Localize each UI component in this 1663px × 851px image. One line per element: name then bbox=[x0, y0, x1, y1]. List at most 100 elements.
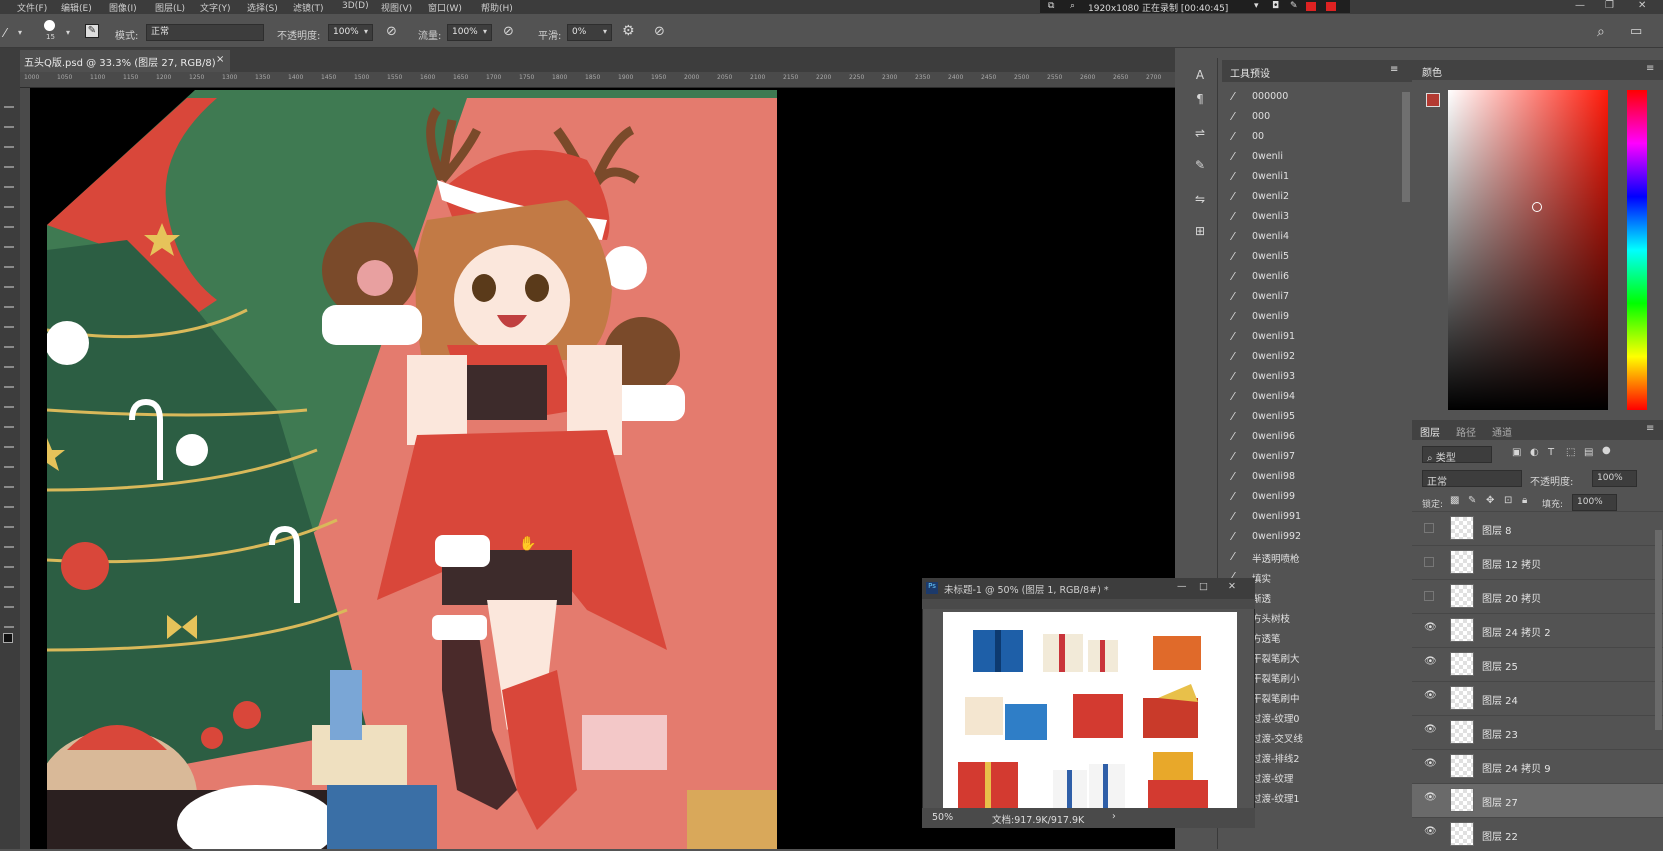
layer-row[interactable]: 👁︎ 图层 24 bbox=[1412, 681, 1663, 715]
canvas-artwork[interactable]: ✋ bbox=[47, 90, 777, 849]
color-panel-menu-icon[interactable]: ≡ bbox=[1646, 63, 1654, 74]
brush-panel-icon[interactable]: ✎ bbox=[85, 24, 99, 38]
menu-type[interactable]: 文字(Y) bbox=[200, 1, 231, 14]
pressure-opacity-icon[interactable]: ⊘ bbox=[386, 24, 397, 39]
lock-transparent-icon[interactable]: ▩ bbox=[1450, 495, 1459, 506]
layer-name[interactable]: 图层 24 拷贝 2 bbox=[1482, 624, 1551, 639]
layer-row[interactable]: 图层 12 拷贝 bbox=[1412, 545, 1663, 579]
menu-help[interactable]: 帮助(H) bbox=[481, 1, 513, 14]
layer-row[interactable]: 👁︎ 图层 22 bbox=[1412, 817, 1663, 851]
filter-toggle-icon[interactable]: ● bbox=[1602, 445, 1611, 456]
eye-icon[interactable]: 👁︎ bbox=[1424, 622, 1437, 633]
filter-pixel-icon[interactable]: ▣ bbox=[1512, 447, 1521, 458]
fill-input[interactable]: 100% bbox=[1572, 494, 1617, 511]
layer-name[interactable]: 图层 27 bbox=[1482, 794, 1518, 809]
preset-item[interactable]: ⁄ 0wenli97 bbox=[1222, 447, 1402, 467]
dropdown-icon[interactable]: ▾ bbox=[1254, 1, 1259, 11]
tab-layers[interactable]: 图层 bbox=[1420, 424, 1440, 439]
lock-all-icon[interactable]: 🔒︎ bbox=[1522, 495, 1527, 506]
eye-icon[interactable]: 👁︎ bbox=[1424, 792, 1437, 803]
preset-item[interactable]: ⁄ 0wenli95 bbox=[1222, 407, 1402, 427]
preset-item[interactable]: ⁄ 0wenli94 bbox=[1222, 387, 1402, 407]
tool-presets-icon[interactable]: ⊞ bbox=[1192, 224, 1208, 240]
menu-select[interactable]: 选择(S) bbox=[247, 1, 278, 14]
float-minimize-icon[interactable]: — bbox=[1177, 581, 1187, 592]
menu-file[interactable]: 文件(F) bbox=[17, 1, 47, 14]
layers-scrollbar[interactable] bbox=[1655, 530, 1662, 730]
flow-chevron-icon[interactable]: ▾ bbox=[483, 27, 487, 36]
float-zoom[interactable]: 50% bbox=[932, 812, 953, 823]
layer-row[interactable]: 图层 8 bbox=[1412, 511, 1663, 545]
eye-icon[interactable] bbox=[1424, 557, 1434, 567]
preset-item[interactable]: ⁄ 000000 bbox=[1222, 87, 1402, 107]
eye-icon[interactable]: 👁︎ bbox=[1424, 758, 1437, 769]
layer-row[interactable]: 👁︎ 图层 25 bbox=[1412, 647, 1663, 681]
preset-item[interactable]: ⁄ 0wenli98 bbox=[1222, 467, 1402, 487]
document-tab[interactable]: 五头Q版.psd @ 33.3% (图层 27, RGB/8) × bbox=[20, 50, 230, 72]
layer-filter-select[interactable]: ⌕ 类型 bbox=[1422, 446, 1492, 464]
layer-row[interactable]: 👁︎ 图层 24 拷贝 2 bbox=[1412, 613, 1663, 647]
preset-item[interactable]: ⁄ 0wenli96 bbox=[1222, 427, 1402, 447]
preset-item[interactable]: ⁄ 0wenli2 bbox=[1222, 187, 1402, 207]
menu-image[interactable]: 图像(I) bbox=[109, 1, 137, 14]
layer-row[interactable]: 👁︎ 图层 23 bbox=[1412, 715, 1663, 749]
mode-select[interactable]: 正常 bbox=[146, 24, 264, 41]
preset-item[interactable]: ⁄ 半透明喷枪 bbox=[1222, 547, 1402, 567]
eye-icon[interactable]: 👁︎ bbox=[1424, 724, 1437, 735]
tab-close-icon[interactable]: × bbox=[216, 54, 224, 65]
preset-item[interactable]: ⁄ 0wenli92 bbox=[1222, 347, 1402, 367]
filter-shape-icon[interactable]: ⬚ bbox=[1566, 447, 1575, 458]
preset-item[interactable]: ⁄ 00 bbox=[1222, 127, 1402, 147]
layer-name[interactable]: 图层 25 bbox=[1482, 658, 1518, 673]
camera-icon[interactable]: ◘ bbox=[1272, 1, 1279, 11]
blend-mode-select[interactable]: 正常 bbox=[1422, 470, 1522, 488]
preset-item[interactable]: ⁄ 0wenli91 bbox=[1222, 327, 1402, 347]
stop-record-icon[interactable] bbox=[1306, 2, 1316, 11]
tab-paths[interactable]: 路径 bbox=[1456, 424, 1476, 439]
menu-3d[interactable]: 3D(D) bbox=[342, 1, 369, 11]
lock-image-icon[interactable]: ✎ bbox=[1468, 495, 1476, 506]
menu-view[interactable]: 视图(V) bbox=[381, 1, 412, 14]
filter-adjust-icon[interactable]: ◐ bbox=[1530, 447, 1539, 458]
float-status-arrow-icon[interactable]: › bbox=[1112, 811, 1116, 822]
clone-source-icon[interactable]: ⇋ bbox=[1192, 192, 1208, 208]
color-tab[interactable]: 颜色 bbox=[1422, 64, 1442, 79]
hue-slider[interactable] bbox=[1627, 90, 1647, 410]
layer-row[interactable]: 图层 20 拷贝 bbox=[1412, 579, 1663, 613]
preset-item[interactable]: ⁄ 0wenli991 bbox=[1222, 507, 1402, 527]
chevron-down-icon[interactable]: ▾ bbox=[18, 28, 22, 37]
panel-menu-icon[interactable]: ≡ bbox=[1390, 64, 1398, 75]
preset-item[interactable]: ⁄ 0wenli1 bbox=[1222, 167, 1402, 187]
close-record-icon[interactable] bbox=[1326, 2, 1336, 11]
preset-item[interactable]: ⁄ 0wenli93 bbox=[1222, 367, 1402, 387]
layer-row[interactable]: 👁︎ 图层 27 bbox=[1412, 783, 1663, 817]
preset-item[interactable]: ⁄ 0wenli992 bbox=[1222, 527, 1402, 547]
preset-item[interactable]: ⁄ 0wenli4 bbox=[1222, 227, 1402, 247]
menu-layer[interactable]: 图层(L) bbox=[155, 1, 185, 14]
restore-icon[interactable]: ❐ bbox=[1605, 0, 1614, 11]
lock-artboard-icon[interactable]: ⊡ bbox=[1504, 495, 1512, 506]
color-field[interactable] bbox=[1448, 90, 1608, 410]
eye-icon[interactable] bbox=[1424, 523, 1434, 533]
tool-presets-title[interactable]: 工具预设 bbox=[1230, 69, 1270, 80]
airbrush-icon[interactable]: ⊘ bbox=[503, 24, 514, 39]
foreground-swatch[interactable] bbox=[3, 633, 13, 643]
layer-name[interactable]: 图层 12 拷贝 bbox=[1482, 556, 1541, 571]
pressure-size-icon[interactable]: ⊘ bbox=[654, 24, 665, 39]
brush-tool-icon[interactable]: ⁄ bbox=[4, 26, 6, 40]
character-icon[interactable]: A bbox=[1192, 68, 1208, 84]
paragraph-icon[interactable]: ¶ bbox=[1192, 92, 1208, 108]
lock-position-icon[interactable]: ✥ bbox=[1486, 495, 1494, 506]
preset-item[interactable]: ⁄ 0wenli7 bbox=[1222, 287, 1402, 307]
layer-name[interactable]: 图层 20 拷贝 bbox=[1482, 590, 1541, 605]
smoothing-chevron-icon[interactable]: ▾ bbox=[603, 27, 607, 36]
preset-item[interactable]: ⁄ 0wenli bbox=[1222, 147, 1402, 167]
layer-row[interactable]: 👁︎ 图层 24 拷贝 9 bbox=[1412, 749, 1663, 783]
filter-type-icon[interactable]: T bbox=[1548, 447, 1554, 458]
filter-smart-icon[interactable]: ▤ bbox=[1584, 447, 1593, 458]
preset-item[interactable]: ⁄ 0wenli6 bbox=[1222, 267, 1402, 287]
brush-preview-icon[interactable] bbox=[44, 20, 55, 31]
layers-menu-icon[interactable]: ≡ bbox=[1646, 423, 1654, 434]
layer-name[interactable]: 图层 8 bbox=[1482, 522, 1512, 537]
tool-icons[interactable] bbox=[4, 88, 14, 628]
